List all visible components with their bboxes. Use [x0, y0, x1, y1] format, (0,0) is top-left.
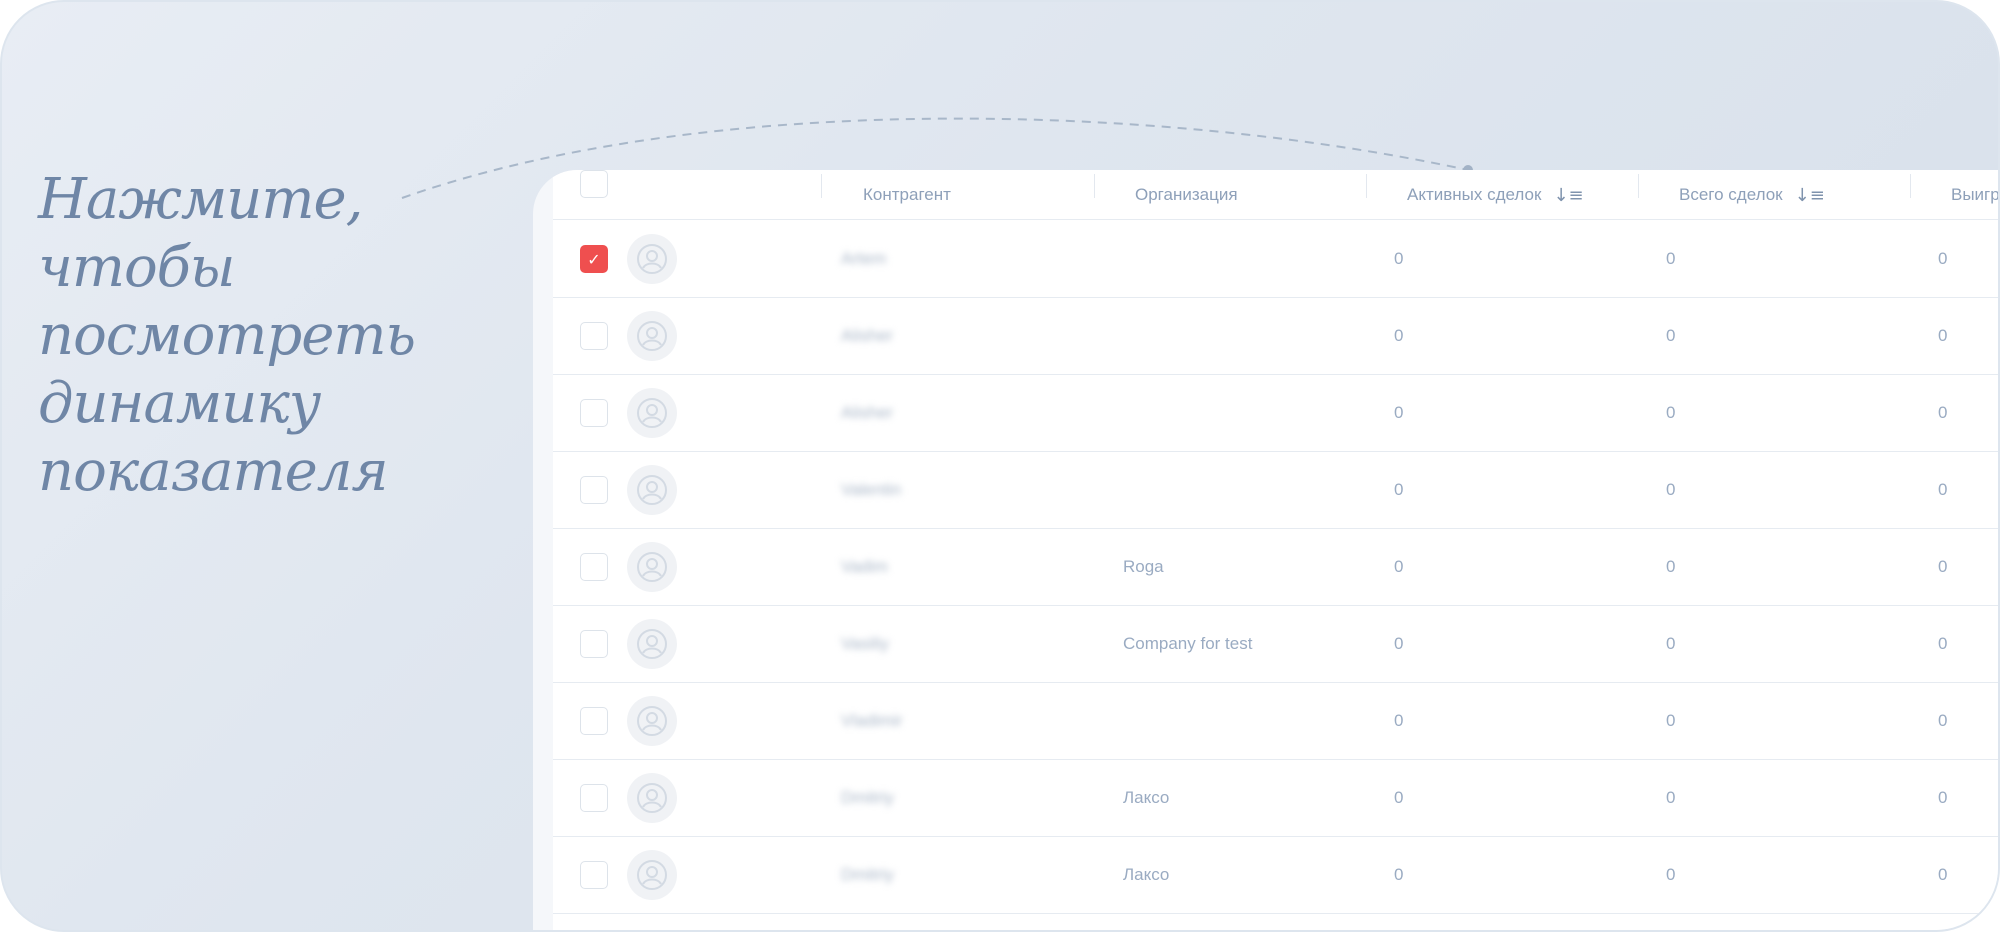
user-placeholder-icon — [627, 542, 677, 592]
column-header-organization[interactable]: Организация — [1135, 170, 1238, 220]
user-placeholder-icon — [627, 311, 677, 361]
table-row[interactable]: Vadim Roga 0 0 0 — [553, 529, 1998, 606]
won-deals-count: 0 — [1938, 634, 1948, 653]
total-deals-count: 0 — [1666, 249, 1676, 268]
row-checkbox[interactable] — [580, 476, 608, 504]
column-header-contractor[interactable]: Контрагент — [863, 170, 951, 220]
total-deals-count: 0 — [1666, 634, 1676, 653]
organization-name: Лаксо — [1123, 788, 1170, 807]
callout-line: Нажмите, чтобы — [38, 167, 363, 300]
user-placeholder-icon — [627, 850, 677, 900]
user-placeholder-icon — [627, 696, 677, 746]
row-checkbox[interactable] — [580, 784, 608, 812]
column-divider — [1910, 174, 1911, 198]
column-header-won[interactable]: Выигр — [1951, 170, 2000, 220]
row-checkbox[interactable] — [580, 553, 608, 581]
table-row[interactable]: Alisher 0 0 0 — [553, 375, 1998, 452]
contractor-name: Valentin — [841, 480, 902, 499]
total-deals-count: 0 — [1666, 326, 1676, 345]
active-deals-count: 0 — [1394, 403, 1404, 422]
column-divider — [821, 174, 822, 198]
contractor-name: Vladimir — [841, 711, 903, 730]
active-deals-count: 0 — [1394, 788, 1404, 807]
won-deals-count: 0 — [1938, 557, 1948, 576]
callout-line: показателя — [38, 439, 389, 504]
table-panel: Контрагент Организация Активных сделок ↓… — [533, 170, 2000, 930]
total-deals-count: 0 — [1666, 865, 1676, 884]
row-checkbox[interactable] — [580, 322, 608, 350]
contractor-name: Dmitriy — [841, 865, 894, 884]
user-placeholder-icon — [627, 619, 677, 669]
sort-descending-icon[interactable]: ↓≡ — [1553, 185, 1583, 206]
column-header-label: Организация — [1135, 185, 1238, 204]
organization-name: Лаксо — [1123, 865, 1170, 884]
callout-line: посмотреть динамику — [38, 303, 416, 436]
won-deals-count: 0 — [1938, 788, 1948, 807]
table-row[interactable]: ✓ Artem 0 0 0 — [553, 221, 1998, 298]
column-divider — [1366, 174, 1367, 198]
checkmark-icon: ✓ — [587, 249, 601, 269]
table-row[interactable]: Vasiliy Company for test 0 0 0 — [553, 606, 1998, 683]
contractor-name: Dmitriy — [841, 788, 894, 807]
total-deals-count: 0 — [1666, 788, 1676, 807]
user-placeholder-icon — [627, 773, 677, 823]
contractor-name: Alisher — [841, 326, 893, 345]
active-deals-count: 0 — [1394, 711, 1404, 730]
contractor-name: Alisher — [841, 403, 893, 422]
contractor-name: Vasiliy — [841, 634, 889, 653]
table-row[interactable]: Dmitriy Лаксо 0 0 0 — [553, 760, 1998, 837]
active-deals-count: 0 — [1394, 634, 1404, 653]
total-deals-count: 0 — [1666, 403, 1676, 422]
total-deals-count: 0 — [1666, 557, 1676, 576]
active-deals-count: 0 — [1394, 865, 1404, 884]
active-deals-count: 0 — [1394, 249, 1404, 268]
column-divider — [1638, 174, 1639, 198]
column-header-label: Выигр — [1951, 185, 2000, 204]
total-deals-count: 0 — [1666, 711, 1676, 730]
column-header-label: Активных сделок — [1407, 185, 1542, 204]
contractor-name: Artem — [841, 249, 887, 268]
won-deals-count: 0 — [1938, 249, 1948, 268]
organization-name: Roga — [1123, 557, 1164, 576]
row-checkbox[interactable] — [580, 399, 608, 427]
row-checkbox[interactable]: ✓ — [580, 245, 608, 273]
organization-name: Company for test — [1123, 634, 1253, 653]
row-checkbox[interactable] — [580, 707, 608, 735]
won-deals-count: 0 — [1938, 403, 1948, 422]
column-header-label: Контрагент — [863, 185, 951, 204]
won-deals-count: 0 — [1938, 326, 1948, 345]
total-deals-count: 0 — [1666, 480, 1676, 499]
table-row[interactable]: Vladimir 0 0 0 — [553, 683, 1998, 760]
won-deals-count: 0 — [1938, 480, 1948, 499]
table-row[interactable]: Alisher 0 0 0 — [553, 298, 1998, 375]
column-header-total-deals[interactable]: Всего сделок ↓≡ — [1679, 170, 1825, 220]
table-header: Контрагент Организация Активных сделок ↓… — [553, 170, 2000, 220]
sort-descending-icon[interactable]: ↓≡ — [1795, 185, 1825, 206]
active-deals-count: 0 — [1394, 480, 1404, 499]
user-placeholder-icon — [627, 234, 677, 284]
won-deals-count: 0 — [1938, 865, 1948, 884]
column-header-active-deals[interactable]: Активных сделок ↓≡ — [1407, 170, 1584, 220]
active-deals-count: 0 — [1394, 326, 1404, 345]
contractors-table: Контрагент Организация Активных сделок ↓… — [553, 170, 2000, 930]
row-checkbox[interactable] — [580, 630, 608, 658]
active-deals-count: 0 — [1394, 557, 1404, 576]
table-row[interactable]: Dmitriy Лаксо 0 0 0 — [553, 837, 1998, 914]
column-divider — [1094, 174, 1095, 198]
row-checkbox[interactable] — [580, 861, 608, 889]
user-placeholder-icon — [627, 388, 677, 438]
column-header-label: Всего сделок — [1679, 185, 1783, 204]
callout-text: Нажмите, чтобы посмотреть динамику показ… — [38, 166, 518, 506]
contractor-name: Vadim — [841, 557, 888, 576]
screenshot-frame: Нажмите, чтобы посмотреть динамику показ… — [0, 0, 2000, 932]
table-row[interactable]: Valentin 0 0 0 — [553, 452, 1998, 529]
user-placeholder-icon — [627, 465, 677, 515]
won-deals-count: 0 — [1938, 711, 1948, 730]
select-all-checkbox[interactable] — [580, 170, 608, 198]
